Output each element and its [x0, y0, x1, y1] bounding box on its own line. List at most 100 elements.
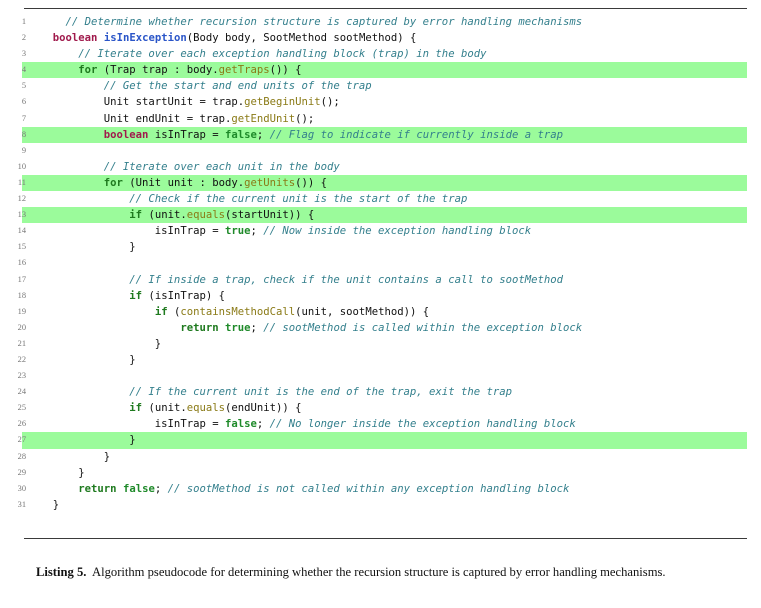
code-token-cmt: // Iterate over each exception handling …	[40, 48, 487, 61]
code-line: 31 }	[0, 497, 761, 513]
line-number: 17	[17, 274, 26, 284]
code-token-plain: (Unit unit : body.	[122, 176, 245, 189]
code-token-lit: false	[224, 128, 257, 141]
code-token-cmt: // If inside a trap, check if the unit c…	[40, 273, 563, 286]
code-token-cmt: // If the current unit is the end of the…	[40, 386, 512, 399]
code-token-plain: (Body body, SootMethod sootMethod) {	[186, 32, 417, 45]
line-number: 19	[17, 306, 26, 316]
code-line: 11 for (Unit unit : body.getUnits()) {	[0, 174, 761, 192]
line-number: 9	[21, 145, 26, 155]
code-token-plain: (startUnit)) {	[225, 209, 315, 222]
code-text: }	[40, 239, 761, 255]
code-line: 26 isInTrap = false; // No longer inside…	[0, 416, 761, 432]
code-text: }	[40, 336, 761, 352]
code-text: // Get the start and end units of the tr…	[40, 78, 761, 94]
listing-caption-text: Algorithm pseudocode for determining whe…	[92, 565, 666, 579]
code-token-ctrl: return	[78, 482, 117, 495]
code-line: 24 // If the current unit is the end of …	[0, 384, 761, 400]
line-number: 26	[17, 419, 26, 429]
code-text: // Iterate over each exception handling …	[40, 46, 761, 62]
code-line: 2 boolean isInException(Body body, SootM…	[0, 30, 761, 46]
code-text: Unit endUnit = trap.getEndUnit();	[40, 111, 761, 127]
code-line: 10 // Iterate over each unit in the body	[0, 159, 761, 175]
code-token-call: equals	[186, 209, 225, 222]
code-token-call: getTraps	[218, 64, 270, 77]
code-token-lit: true	[225, 321, 251, 334]
code-token-cmt: // Determine whether recursion structure…	[40, 16, 583, 28]
line-number: 22	[17, 354, 26, 364]
code-token-lit: false	[122, 482, 155, 495]
line-number: 12	[17, 194, 26, 204]
code-text: return true; // sootMethod is called wit…	[40, 320, 761, 336]
code-text: // Check if the current unit is the star…	[40, 191, 761, 207]
line-number: 6	[21, 97, 26, 107]
code-token-plain: (unit.	[142, 402, 187, 415]
code-listing: 1 // Determine whether recursion structu…	[0, 14, 761, 513]
code-text: if (isInTrap) {	[40, 288, 761, 304]
code-token-plain: (endUnit)) {	[225, 402, 302, 415]
code-text: }	[40, 352, 761, 368]
code-token-lit: true	[224, 225, 251, 238]
code-line: 8 boolean isInTrap = false; // Flag to i…	[0, 126, 761, 143]
code-token-call: getBeginUnit	[244, 96, 321, 109]
code-line: 17 // If inside a trap, check if the uni…	[0, 272, 761, 288]
line-number: 28	[17, 451, 26, 461]
code-token-cmt: // Now inside the exception handling blo…	[263, 225, 532, 238]
code-token-ctrl: if	[129, 402, 143, 415]
code-token-plain: }	[40, 241, 136, 254]
listing-caption-label: Listing 5.	[36, 565, 87, 579]
code-token-ctrl: if	[129, 209, 143, 222]
code-line: 6 Unit startUnit = trap.getBeginUnit();	[0, 94, 761, 110]
code-token-cmt: // Iterate over each unit in the body	[40, 160, 340, 173]
code-line: 29 }	[0, 465, 761, 481]
code-line: 1 // Determine whether recursion structu…	[0, 14, 761, 30]
line-number: 5	[21, 81, 26, 91]
code-line: 5 // Get the start and end units of the …	[0, 78, 761, 94]
code-line: 21 }	[0, 336, 761, 352]
code-token-call: equals	[186, 402, 225, 415]
listing-page: 1 // Determine whether recursion structu…	[0, 0, 761, 608]
code-text: if (containsMethodCall(unit, sootMethod)…	[40, 304, 761, 320]
code-line: 16	[0, 255, 761, 271]
code-text: for (Unit unit : body.getUnits()) {	[40, 175, 761, 191]
code-text: if (unit.equals(startUnit)) {	[40, 207, 761, 223]
code-token-cmt: // Get the start and end units of the tr…	[40, 80, 372, 93]
code-line: 14 isInTrap = true; // Now inside the ex…	[0, 223, 761, 239]
code-token-plain: ();	[295, 112, 315, 125]
code-token-plain: ;	[154, 482, 168, 495]
code-token-plain: ();	[320, 96, 340, 109]
code-token-kw: boolean	[103, 128, 149, 141]
line-number: 15	[17, 242, 26, 252]
code-token-plain: (unit.	[142, 209, 187, 222]
code-token-plain: }	[40, 353, 136, 366]
code-token-cmt: // No longer inside the exception handli…	[269, 418, 576, 431]
line-number: 30	[17, 483, 26, 493]
code-token-plain: ;	[250, 225, 264, 238]
code-token-lit: false	[224, 418, 257, 431]
line-number: 10	[17, 161, 26, 171]
code-token-call: getUnits	[244, 176, 296, 189]
code-token-plain: ;	[250, 321, 264, 334]
line-number: 21	[17, 338, 26, 348]
line-number: 31	[17, 499, 26, 509]
code-token-plain: }	[40, 434, 136, 447]
code-text: isInTrap = false; // No longer inside th…	[40, 416, 761, 432]
listing-caption: Listing 5. Algorithm pseudocode for dete…	[36, 563, 742, 582]
code-token-plain: (unit, sootMethod)) {	[295, 305, 430, 318]
code-line: 9	[0, 143, 761, 159]
code-text: return false; // sootMethod is not calle…	[40, 481, 761, 497]
code-token-plain: ;	[256, 418, 270, 431]
code-line: 28 }	[0, 449, 761, 465]
code-line: 19 if (containsMethodCall(unit, sootMeth…	[0, 304, 761, 320]
code-text: // Determine whether recursion structure…	[40, 14, 761, 30]
code-token-plain: }	[40, 450, 111, 463]
code-token-ctrl: if	[129, 289, 143, 302]
code-line: 30 return false; // sootMethod is not ca…	[0, 481, 761, 497]
code-text: }	[40, 465, 761, 481]
code-token-plain: isInTrap =	[40, 418, 225, 431]
